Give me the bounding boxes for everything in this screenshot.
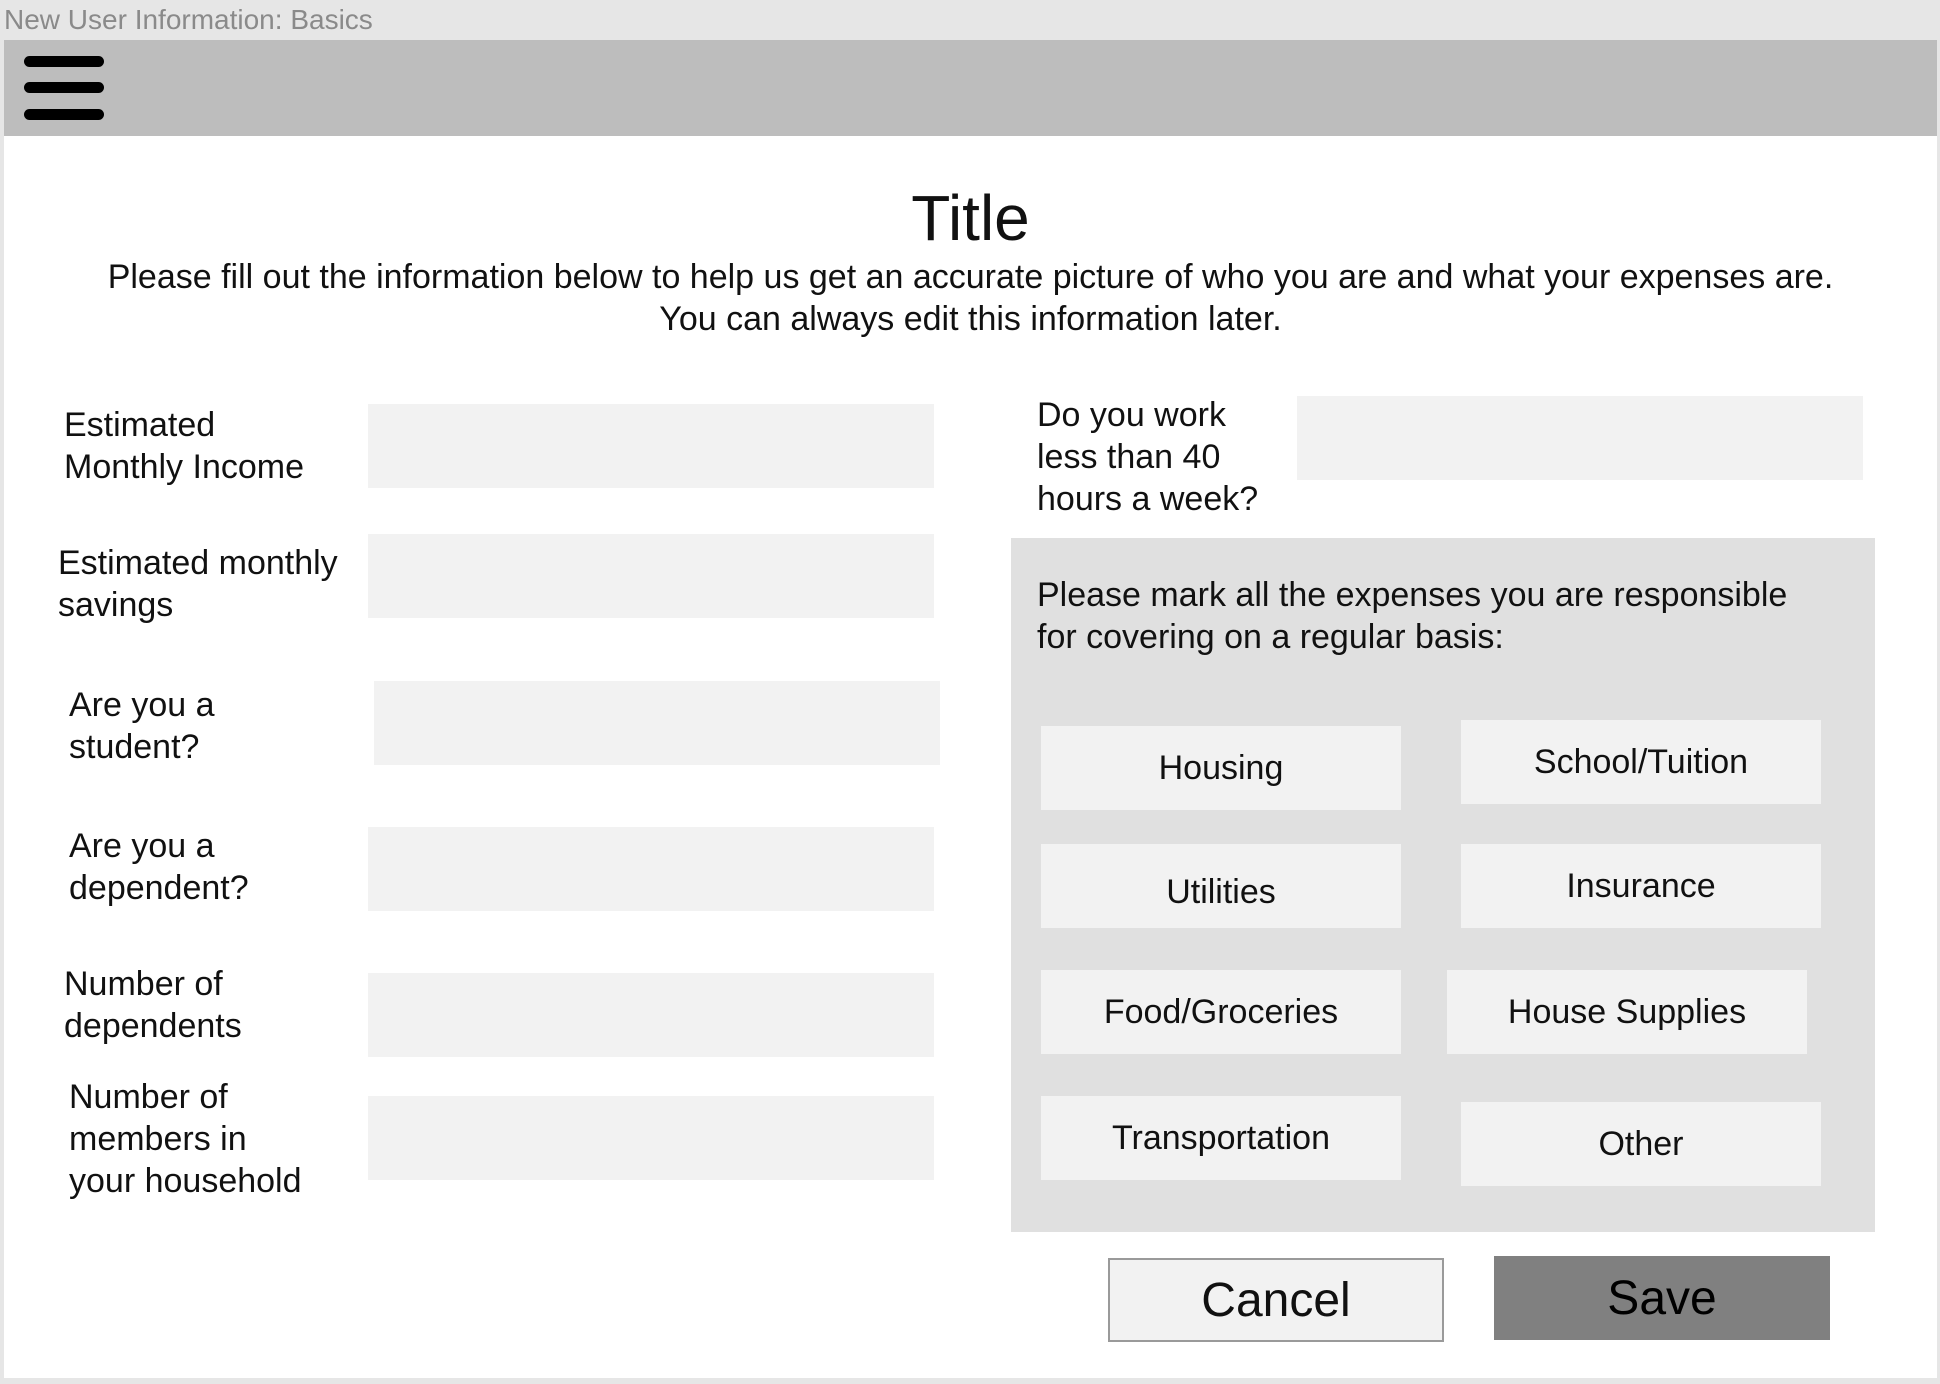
menu-bar-bottom [24,109,104,120]
income-input[interactable] [368,404,934,488]
cancel-button[interactable]: Cancel [1108,1258,1444,1342]
num-dependents-input[interactable] [368,973,934,1057]
num-dependents-label: Number of dependents [64,965,242,1045]
expense-food-groceries-button[interactable]: Food/Groceries [1041,970,1401,1054]
savings-label: Estimated monthly savings [58,544,338,624]
expenses-prompt: Please mark all the expenses you are res… [1037,576,1788,656]
window-title: New User Information: Basics [4,4,373,35]
dependent-label: Are you a dependent? [69,827,249,907]
household-members-input[interactable] [368,1096,934,1180]
expense-transportation-button[interactable]: Transportation [1041,1096,1401,1180]
expense-insurance-button[interactable]: Insurance [1461,844,1821,928]
expense-house-supplies-button[interactable]: House Supplies [1447,970,1807,1054]
hamburger-menu-icon[interactable] [24,54,106,124]
expenses-panel: Please mark all the expenses you are res… [1011,538,1875,1232]
student-label: Are you a student? [69,686,215,766]
expense-school-tuition-button[interactable]: School/Tuition [1461,720,1821,804]
student-input[interactable] [374,681,940,765]
expense-utilities-button[interactable]: Utilities [1041,844,1401,928]
work-hours-label: Do you work less than 40 hours a week? [1037,396,1259,518]
savings-input[interactable] [368,534,934,618]
expense-other-button[interactable]: Other [1461,1102,1821,1186]
toolbar [4,40,1937,136]
save-button[interactable]: Save [1494,1256,1830,1340]
income-label: Estimated Monthly Income [64,406,304,486]
menu-bar-middle [24,82,104,93]
menu-bar-top [24,56,104,67]
dependent-input[interactable] [368,827,934,911]
intro-text: Please fill out the information below to… [107,258,1834,338]
page-title: Title [911,182,1030,254]
work-hours-input[interactable] [1297,396,1863,480]
expense-housing-button[interactable]: Housing [1041,726,1401,810]
app-window: Title Please fill out the information be… [4,40,1937,1378]
household-members-label: Number of members in your household [69,1078,302,1200]
